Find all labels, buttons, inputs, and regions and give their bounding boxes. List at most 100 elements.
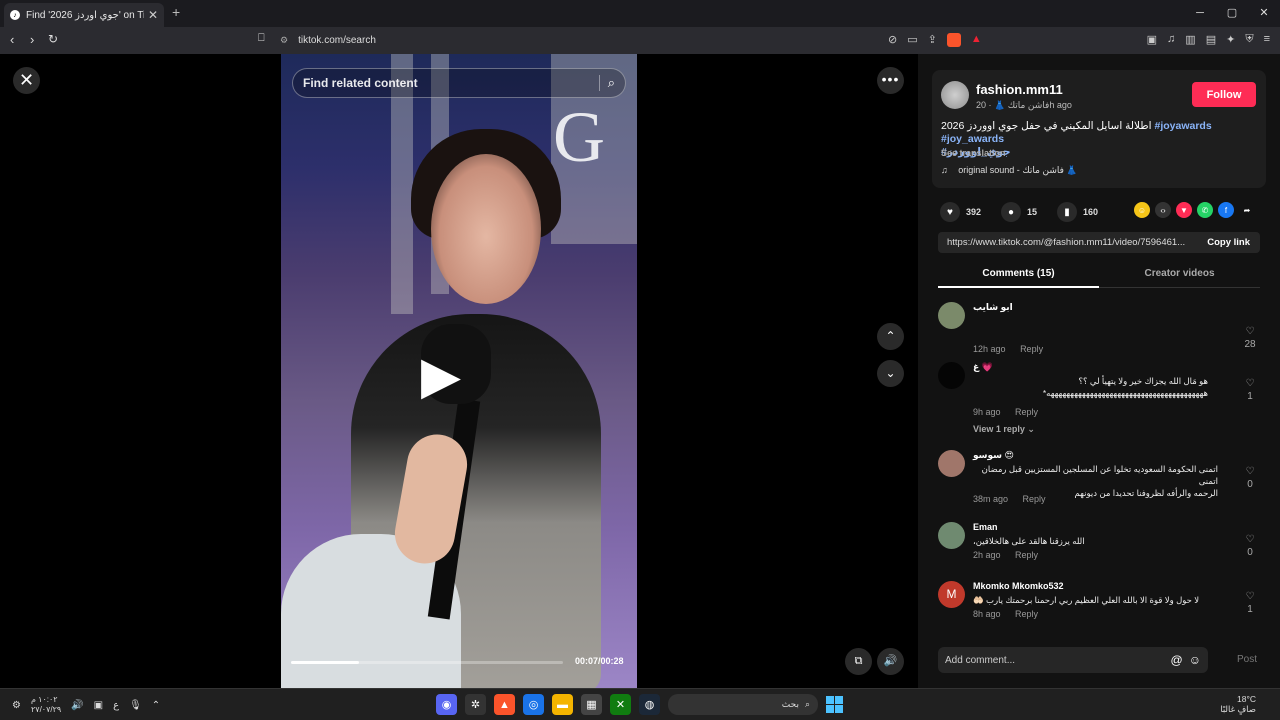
leo-ai-icon[interactable]: ✦ — [1226, 33, 1235, 46]
settings-gear-icon[interactable]: ⚙ — [12, 700, 21, 711]
view-replies-button[interactable]: View 1 reply ⌄ — [973, 424, 1035, 435]
reply-button[interactable]: Reply — [1015, 407, 1038, 417]
commenter-avatar[interactable] — [938, 362, 965, 389]
author-avatar[interactable] — [941, 81, 969, 109]
chatgpt-icon[interactable]: ✲ — [465, 694, 486, 715]
menu-icon[interactable]: ≡ — [1264, 33, 1270, 46]
site-info-icon[interactable]: ⚙ — [280, 35, 288, 46]
store-icon[interactable]: ▦ — [581, 694, 602, 715]
share-link-text[interactable]: https://www.tiktok.com/@fashion.mm11/vid… — [938, 237, 1197, 248]
wallet-icon[interactable]: ▤ — [1206, 33, 1216, 46]
file-explorer-icon[interactable]: ▬ — [552, 694, 573, 715]
tab-comments[interactable]: Comments (15) — [938, 262, 1099, 288]
heart-icon[interactable]: ♥ — [940, 202, 960, 222]
minimize-icon[interactable]: ─ — [1184, 0, 1216, 27]
see-translation-link[interactable]: See translation — [941, 148, 1006, 158]
search-icon[interactable]: ⌕ — [608, 75, 615, 91]
commenter-name[interactable]: Eman — [973, 522, 998, 532]
start-windows-icon[interactable] — [826, 696, 843, 713]
bookmark-icon[interactable]: ▮ — [1057, 202, 1078, 222]
embed-icon[interactable]: ‹› — [1155, 202, 1171, 218]
commenter-avatar[interactable]: M — [938, 581, 965, 608]
share-arrow-icon[interactable]: ➦ — [1239, 202, 1255, 218]
chevron-up-icon[interactable]: ⌃ — [152, 700, 160, 711]
commenter-avatar[interactable] — [938, 302, 965, 329]
comment-like[interactable]: ♡ 28 — [1240, 326, 1260, 350]
previous-video-button[interactable]: ⌃ — [877, 323, 904, 350]
post-comment-button[interactable]: Post — [1237, 654, 1257, 665]
sidebar-icon[interactable]: ▥ — [1185, 33, 1195, 46]
video-player[interactable]: G ▶ ⌕ 00:07/00:28 — [281, 54, 637, 688]
comment-like[interactable]: ♡ 0 — [1240, 466, 1260, 490]
speaker-icon[interactable]: 🔊 — [71, 700, 83, 711]
language-indicator[interactable]: ع — [113, 700, 119, 711]
emoji-icon[interactable]: ☺ — [1189, 653, 1201, 667]
reload-icon[interactable]: ↻ — [48, 32, 58, 46]
clock[interactable]: ١٠:٠٢ م ٢٧/٠٧/٢٩ — [31, 695, 61, 715]
comment-icon[interactable]: ● — [1001, 202, 1022, 222]
commenter-avatar[interactable] — [938, 450, 965, 477]
comment-like[interactable]: ♡ 0 — [1240, 534, 1260, 558]
screenshot-icon[interactable]: ▣ — [1147, 33, 1157, 46]
steam-icon[interactable]: ◍ — [639, 694, 660, 715]
volume-button[interactable]: 🔊 — [877, 648, 904, 675]
share-page-icon[interactable]: ⇪ — [928, 33, 937, 47]
sound-link[interactable]: ♫ original sound - فاشن ماتك 👗 — [941, 165, 1078, 176]
maximize-icon[interactable]: ▢ — [1216, 0, 1248, 27]
comment-like[interactable]: ♡ 1 — [1240, 591, 1260, 615]
commenter-name[interactable]: غ 💗 — [973, 362, 993, 373]
brave-rewards-icon[interactable]: ▲ — [971, 33, 982, 47]
author-name[interactable]: fashion.mm11 — [976, 82, 1063, 97]
comment-time: 12h ago — [973, 344, 1006, 354]
send-to-friends-icon[interactable]: ▼ — [1176, 202, 1192, 218]
reply-button[interactable]: Reply — [1023, 494, 1046, 504]
back-icon[interactable]: ‹ — [10, 32, 14, 47]
commenter-name[interactable]: سوسو 😍 — [973, 450, 1014, 461]
author-subtitle: فاشن ماتك 👗 · 20h ago — [976, 100, 1072, 110]
brave-shields-icon[interactable] — [946, 33, 961, 47]
comment-text: الله يرزقنا هالقد على هالخلاقين، — [973, 536, 1085, 546]
repost-icon[interactable]: ☺ — [1134, 202, 1150, 218]
video-progress-fill — [291, 661, 359, 664]
related-search-input[interactable] — [303, 76, 591, 90]
chrome-icon[interactable]: ◎ — [523, 694, 544, 715]
bookmark-icon[interactable]: ⎕ — [258, 32, 265, 45]
close-viewer-button[interactable]: ✕ — [13, 67, 40, 94]
weather-widget[interactable]: 18°C صافٍ غالبًا — [1220, 694, 1256, 714]
whatsapp-icon[interactable]: ✆ — [1197, 202, 1213, 218]
close-tab-icon[interactable]: ✕ — [148, 8, 158, 22]
facebook-icon[interactable]: f — [1218, 202, 1234, 218]
xbox-icon[interactable]: ✕ — [610, 694, 631, 715]
floating-player-button[interactable]: ⧉ — [845, 648, 872, 675]
taskbar-search[interactable]: بحث ⌕ — [668, 694, 818, 715]
network-icon[interactable]: ▣ — [94, 700, 103, 711]
brave-icon[interactable]: ▲ — [494, 694, 515, 715]
reply-button[interactable]: Reply — [1015, 550, 1038, 560]
comment-list[interactable]: ابو شايب 12h ago Reply ♡ 28 غ 💗 هو مَال … — [918, 294, 1280, 629]
next-video-button[interactable]: ⌄ — [877, 360, 904, 387]
commenter-name[interactable]: ابو شايب — [973, 302, 1013, 313]
play-icon[interactable]: ▶ — [421, 346, 461, 406]
commenter-name[interactable]: Mkomko Mkomko532 — [973, 581, 1064, 591]
vpn-icon[interactable]: ⛨ — [1245, 33, 1253, 46]
close-window-icon[interactable]: ✕ — [1248, 0, 1280, 27]
new-tab-icon[interactable]: + — [172, 4, 180, 20]
comment-like[interactable]: ♡ 1 — [1240, 378, 1260, 402]
commenter-avatar[interactable] — [938, 522, 965, 549]
reply-button[interactable]: Reply — [1015, 609, 1038, 619]
media-icon[interactable]: ♫ — [1167, 33, 1175, 46]
reply-button[interactable]: Reply — [1020, 344, 1043, 354]
microphone-icon[interactable]: 🎙 — [129, 700, 142, 711]
mention-icon[interactable]: @ — [1171, 653, 1183, 667]
tab-creator-videos[interactable]: Creator videos — [1099, 262, 1260, 288]
add-comment-input[interactable] — [945, 654, 1165, 666]
discord-icon[interactable]: ◉ — [436, 694, 457, 715]
browser-tab[interactable]: ♪ Find 'جوي اوردز 2026' on TikTok ✕ — [4, 3, 164, 27]
more-options-button[interactable]: ••• — [877, 67, 904, 94]
video-progress-bar[interactable] — [291, 661, 563, 664]
follow-button[interactable]: Follow — [1192, 82, 1256, 107]
forward-icon[interactable]: › — [30, 32, 34, 47]
copy-link-button[interactable]: Copy link — [1197, 237, 1260, 248]
no-translate-icon[interactable]: ⊘ — [888, 33, 897, 47]
cast-icon[interactable]: ▭ — [907, 33, 917, 47]
